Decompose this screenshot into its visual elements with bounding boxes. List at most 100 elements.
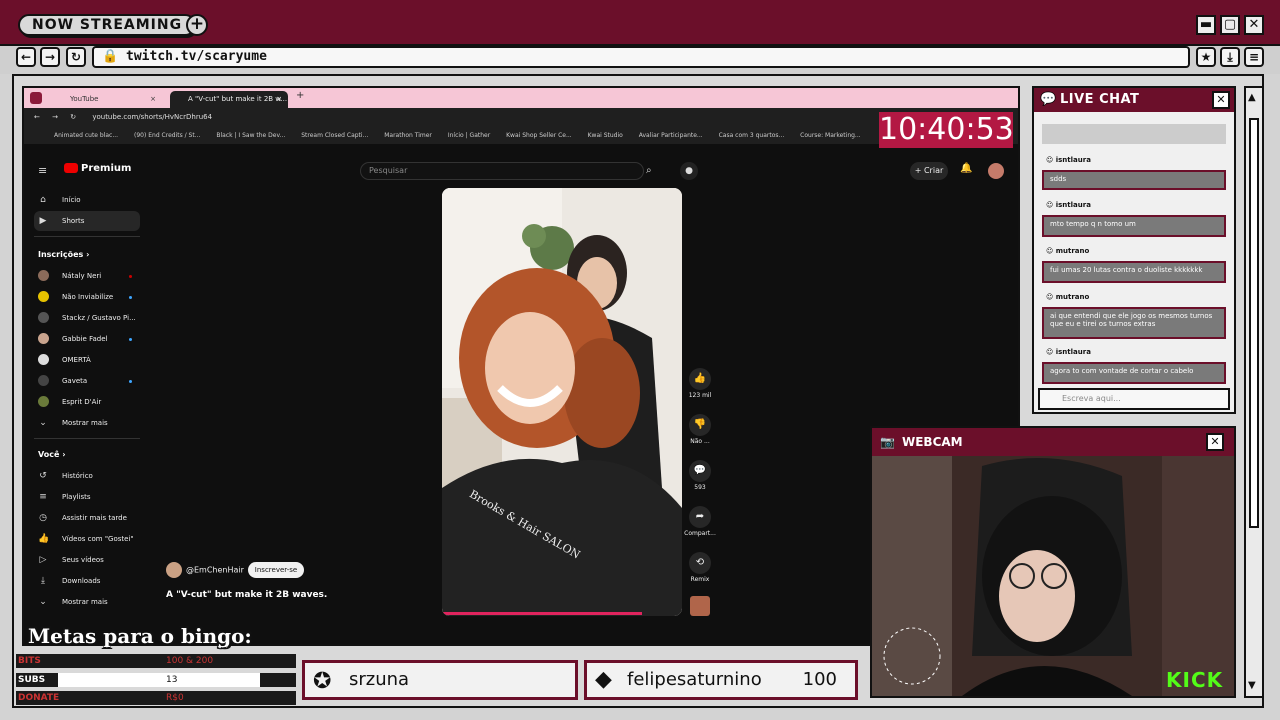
live-indicator: [129, 275, 132, 278]
bookmark[interactable]: Casa com 3 quartos...: [719, 127, 785, 144]
sidebar-item-sub[interactable]: Nátaly Neri: [34, 266, 140, 286]
scroll-up-icon[interactable]: ▲: [1248, 92, 1256, 103]
back-icon[interactable]: ←: [16, 47, 36, 67]
bookmark[interactable]: Animated cute blac...: [54, 127, 118, 144]
subscriptions-heading[interactable]: Inscrições ›: [38, 250, 89, 259]
remix-icon: ⟲: [689, 552, 711, 574]
sidebar-item-your-videos[interactable]: ▷ Seus vídeos: [34, 550, 140, 570]
search-input[interactable]: Pesquisar: [360, 162, 644, 180]
overlay-url-bar[interactable]: 🔒 twitch.tv/scaryume: [92, 46, 1190, 68]
chat-message: sdds: [1042, 170, 1226, 190]
sidebar-item-sub[interactable]: Gaveta: [34, 371, 140, 391]
mic-icon[interactable]: ●: [680, 162, 698, 180]
bookmark[interactable]: Marathon Timer: [384, 127, 432, 144]
forward-icon[interactable]: →: [40, 47, 60, 67]
share-button[interactable]: ➦ Compart...: [684, 506, 716, 537]
sidebar-item-playlists[interactable]: ≡ Playlists: [34, 487, 140, 507]
share-icon: ➦: [689, 506, 711, 528]
sidebar-item-watch-later[interactable]: ◷ Assistir mais tarde: [34, 508, 140, 528]
chevron-down-icon: ⌄: [39, 418, 47, 428]
bookmark[interactable]: (90) End Credits / St...: [134, 127, 200, 144]
bell-icon[interactable]: 🔔: [960, 163, 972, 174]
goal-subs: SUBS 13: [16, 673, 296, 687]
sidebar-item-sub[interactable]: Stackz / Gustavo Pi...: [34, 308, 140, 328]
bookmark[interactable]: Course: Marketing...: [800, 127, 861, 144]
close-button[interactable]: ✕: [1244, 15, 1264, 35]
close-chat-button[interactable]: ✕: [1212, 91, 1230, 109]
star-icon: ✪: [313, 669, 332, 694]
bookmark[interactable]: Stream Closed Capti...: [301, 127, 368, 144]
tab-v-cut[interactable]: A "V-cut" but make it 2B w... ×: [170, 91, 288, 108]
sidebar-item-inicio[interactable]: ⌂ Início: [34, 190, 140, 210]
sidebar-item-liked[interactable]: 👍 Vídeos com "Gostei": [34, 529, 140, 549]
minimize-button[interactable]: ▬: [1196, 15, 1216, 35]
search-icon[interactable]: ⌕: [646, 162, 660, 180]
chat-bubble-icon: 💬: [1040, 92, 1057, 107]
avatar[interactable]: [988, 163, 1004, 179]
bookmark[interactable]: Kwai Shop Seller Ce...: [506, 127, 572, 144]
pixel-avatars-strip: [300, 638, 860, 660]
subscribe-button[interactable]: Inscrever-se: [248, 562, 304, 578]
video-icon: ▷: [39, 555, 47, 565]
short-video[interactable]: Brooks & Hair SALON: [442, 188, 682, 616]
sidebar-item-sub[interactable]: Não Inviabilize: [34, 287, 140, 307]
chat-username: ☺ mutrano: [1046, 247, 1090, 255]
forward-icon[interactable]: →: [52, 113, 58, 121]
bookmark[interactable]: Avaliar Participante...: [639, 127, 703, 144]
maximize-button[interactable]: ▢: [1220, 15, 1240, 35]
chat-username: ☺ isntlaura: [1046, 201, 1091, 209]
sidebar-item-sub[interactable]: OMERTÀ: [34, 350, 140, 370]
back-icon[interactable]: ←: [34, 113, 40, 121]
scroll-down-icon[interactable]: ▼: [1248, 680, 1256, 691]
sidebar-item-sub[interactable]: Esprit D'Air: [34, 392, 140, 412]
channel-name[interactable]: @EmChenHair: [166, 562, 244, 578]
create-button[interactable]: + Criar: [910, 162, 948, 180]
sidebar-item-show-more[interactable]: ⌄ Mostrar mais: [34, 592, 140, 612]
comments-button[interactable]: 💬 593: [684, 460, 716, 491]
like-button[interactable]: 👍 123 mil: [684, 368, 716, 399]
hamburger-icon[interactable]: ≡: [38, 164, 47, 177]
new-indicator: [129, 380, 132, 383]
menu-icon[interactable]: ≡: [1244, 47, 1264, 67]
reload-icon[interactable]: ↻: [70, 113, 76, 121]
download-icon: ⤓: [41, 576, 45, 586]
sound-thumbnail[interactable]: [690, 596, 710, 616]
youtube-logo[interactable]: Premium: [64, 163, 131, 174]
scrollbar-thumb[interactable]: [1249, 118, 1259, 528]
sidebar-item-show-more[interactable]: ⌄ Mostrar mais: [34, 413, 140, 433]
sidebar-item-downloads[interactable]: ⤓ Downloads: [34, 571, 140, 591]
home-icon: ⌂: [40, 195, 46, 205]
remix-button[interactable]: ⟲ Remix: [684, 552, 716, 583]
add-icon[interactable]: +: [186, 14, 208, 36]
bookmark[interactable]: Black | I Saw the Dev...: [216, 127, 285, 144]
stream-clock: 10:40:53: [879, 112, 1014, 148]
tab-menu-icon[interactable]: [30, 92, 42, 104]
scrollbar[interactable]: ▲ ▼: [1244, 86, 1264, 698]
clock-icon: ◷: [39, 513, 47, 523]
close-webcam-button[interactable]: ✕: [1206, 433, 1224, 451]
bookmark[interactable]: Início | Gather: [448, 127, 490, 144]
channel-avatar: [38, 333, 49, 344]
bookmark[interactable]: Kwai Studio: [588, 127, 623, 144]
dislike-button[interactable]: 👎 Não ...: [684, 414, 716, 445]
chat-message: fui umas 20 lutas contra o duoliste kkkk…: [1042, 261, 1226, 283]
browser-address-bar[interactable]: ← → ↻ youtube.com/shorts/HvNcrDhru64: [24, 108, 1018, 127]
new-indicator: [129, 296, 132, 299]
you-heading[interactable]: Você ›: [38, 450, 66, 459]
sidebar-item-history[interactable]: ↺ Histórico: [34, 466, 140, 486]
channel-avatar: [38, 291, 49, 302]
history-icon: ↺: [39, 471, 47, 481]
reload-icon[interactable]: ↻: [66, 47, 86, 67]
channel-avatar: [38, 375, 49, 386]
channel-avatar: [38, 354, 49, 365]
address-text: youtube.com/shorts/HvNcrDhru64: [92, 113, 213, 121]
chat-message: agora to com vontade de cortar o cabelo: [1042, 362, 1226, 384]
tab-youtube[interactable]: YouTube ×: [52, 91, 162, 108]
chat-input[interactable]: Escreva aqui...: [1038, 388, 1230, 410]
sidebar-item-shorts[interactable]: ▶ Shorts: [34, 211, 140, 231]
sidebar-item-sub[interactable]: Gabbie Fadel: [34, 329, 140, 349]
download-icon[interactable]: ⤓: [1220, 47, 1240, 67]
star-icon[interactable]: ★: [1196, 47, 1216, 67]
new-tab-button[interactable]: +: [296, 90, 304, 101]
camera-icon: 📷: [880, 435, 895, 449]
